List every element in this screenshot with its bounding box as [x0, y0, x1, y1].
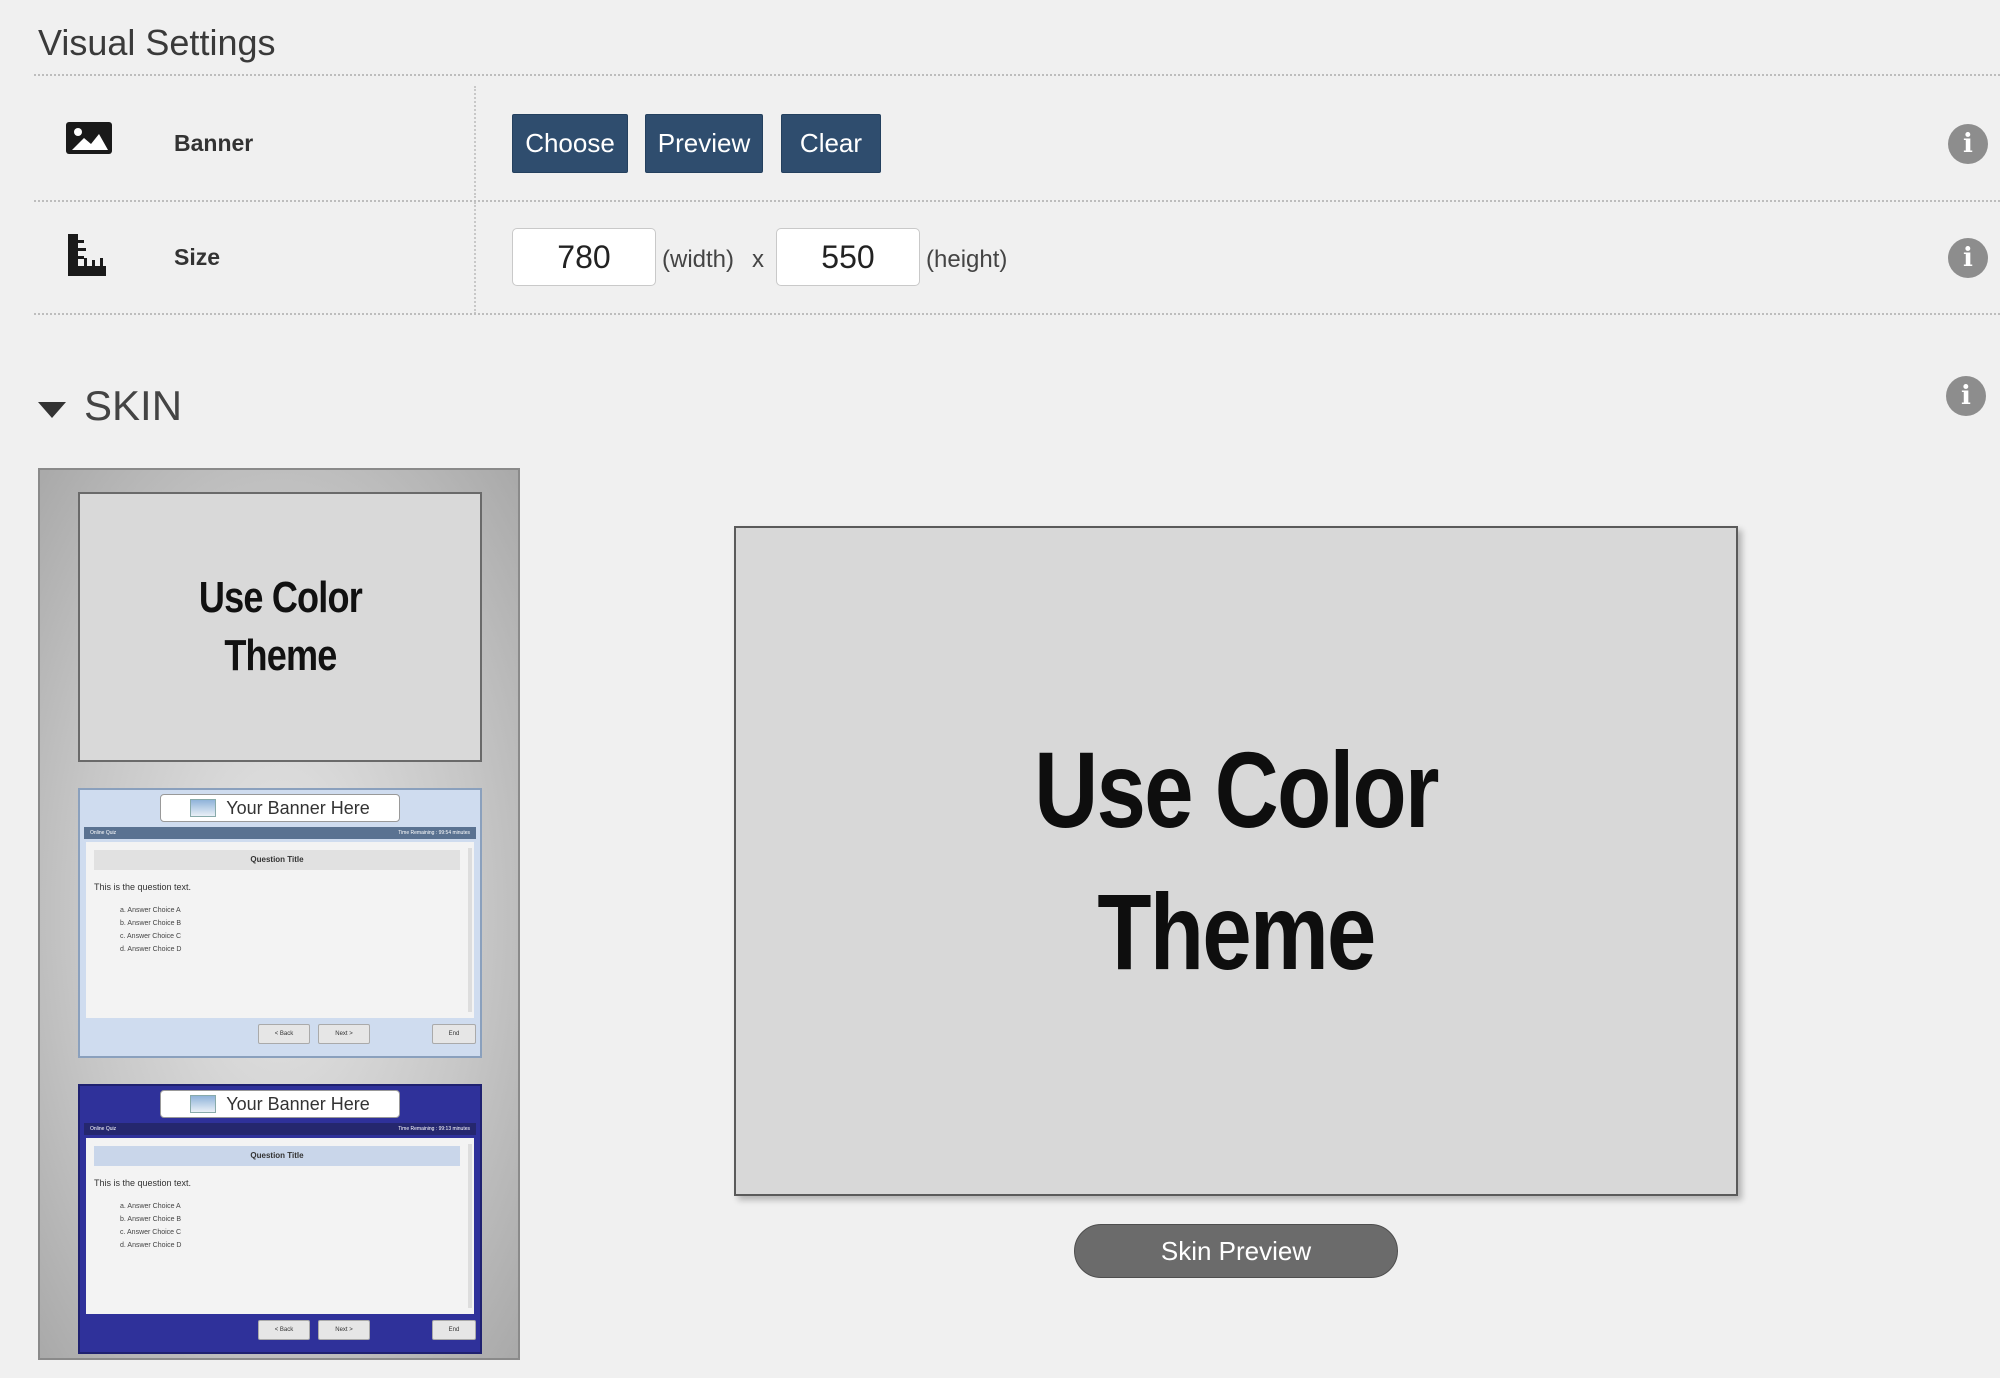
mini-question-text: This is the question text. [94, 1178, 192, 1188]
mini-body: Question Title This is the question text… [86, 1138, 474, 1314]
mini-choice: a. Answer Choice A [120, 907, 181, 914]
divider [34, 313, 2000, 315]
mini-choice: b. Answer Choice B [120, 1216, 182, 1223]
mini-banner: Your Banner Here [160, 1090, 400, 1118]
info-icon[interactable]: i [1948, 238, 1988, 278]
banner-image-icon [190, 1095, 217, 1113]
mini-banner-text: Your Banner Here [226, 797, 370, 818]
mini-choice: a. Answer Choice A [120, 1203, 181, 1210]
mini-title-bar: Online Quiz Time Remaining : 99:54 minut… [84, 827, 476, 839]
skin-section-title[interactable]: SKIN [84, 382, 182, 430]
skin-thumb-dark[interactable]: Your Banner Here Online Quiz Time Remain… [78, 1084, 482, 1354]
mini-choice: c. Answer Choice C [120, 933, 182, 940]
width-input[interactable] [512, 228, 656, 286]
mini-bar-left: Online Quiz [90, 1126, 117, 1132]
mini-back-button: < Back [258, 1320, 310, 1340]
mini-scrollbar [468, 1144, 472, 1308]
mini-choice: c. Answer Choice C [120, 1229, 182, 1236]
skin-thumb-light[interactable]: Your Banner Here Online Quiz Time Remain… [78, 788, 482, 1058]
mini-choice: b. Answer Choice B [120, 920, 182, 927]
caret-down-icon[interactable] [38, 402, 66, 418]
mini-body: Question Title This is the question text… [86, 842, 474, 1018]
thumb-text-line1: Use Color [198, 573, 362, 622]
mini-banner: Your Banner Here [160, 794, 400, 822]
divider [34, 74, 2000, 76]
choose-button[interactable]: Choose [512, 114, 628, 173]
thumb-text-line2: Theme [223, 631, 337, 680]
skin-thumb-color-theme[interactable]: Use Color Theme [78, 492, 482, 762]
column-divider [474, 86, 476, 198]
info-icon[interactable]: i [1948, 124, 1988, 164]
info-icon[interactable]: i [1946, 376, 1986, 416]
section-title: Visual Settings [38, 22, 276, 63]
width-unit-label: (width) [662, 246, 735, 273]
clear-button[interactable]: Clear [781, 114, 881, 173]
preview-text-line2: Theme [1097, 871, 1376, 992]
banner-label: Banner [174, 130, 254, 156]
mini-question-title: Question Title [94, 850, 460, 870]
skin-preview-button[interactable]: Skin Preview [1074, 1224, 1398, 1278]
mini-title-bar: Online Quiz Time Remaining : 99:13 minut… [84, 1123, 476, 1135]
banner-image-icon [190, 799, 217, 817]
mini-next-button: Next > [318, 1320, 370, 1340]
preview-text-line1: Use Color [1034, 729, 1439, 850]
ruler-icon [64, 232, 114, 282]
mini-bar-right: Time Remaining : 99:54 minutes [398, 830, 470, 836]
mini-bar-right: Time Remaining : 99:13 minutes [398, 1126, 470, 1132]
mini-back-button: < Back [258, 1024, 310, 1044]
size-label: Size [174, 244, 221, 270]
mini-choice: d. Answer Choice D [120, 946, 182, 953]
mini-question-title: Question Title [94, 1146, 460, 1166]
preview-button[interactable]: Preview [645, 114, 763, 173]
height-input[interactable] [776, 228, 920, 286]
height-unit-label: (height) [926, 246, 1008, 273]
skin-list[interactable]: Use Color Theme Your Banner Here Online … [38, 468, 520, 1360]
mini-end-button: End [432, 1320, 476, 1340]
mini-question-text: This is the question text. [94, 882, 192, 892]
mini-choices: a. Answer Choice A b. Answer Choice B c.… [120, 1200, 181, 1252]
mini-choice: d. Answer Choice D [120, 1242, 182, 1249]
mini-choices: a. Answer Choice A b. Answer Choice B c.… [120, 904, 181, 956]
mini-bar-left: Online Quiz [90, 830, 117, 836]
column-divider [474, 202, 476, 314]
size-separator: x [752, 246, 764, 273]
mini-banner-text: Your Banner Here [226, 1093, 370, 1114]
mini-end-button: End [432, 1024, 476, 1044]
image-icon [64, 118, 114, 168]
mini-next-button: Next > [318, 1024, 370, 1044]
skin-preview-frame: Use Color Theme [734, 526, 1738, 1196]
divider [34, 200, 2000, 202]
mini-scrollbar [468, 848, 472, 1012]
